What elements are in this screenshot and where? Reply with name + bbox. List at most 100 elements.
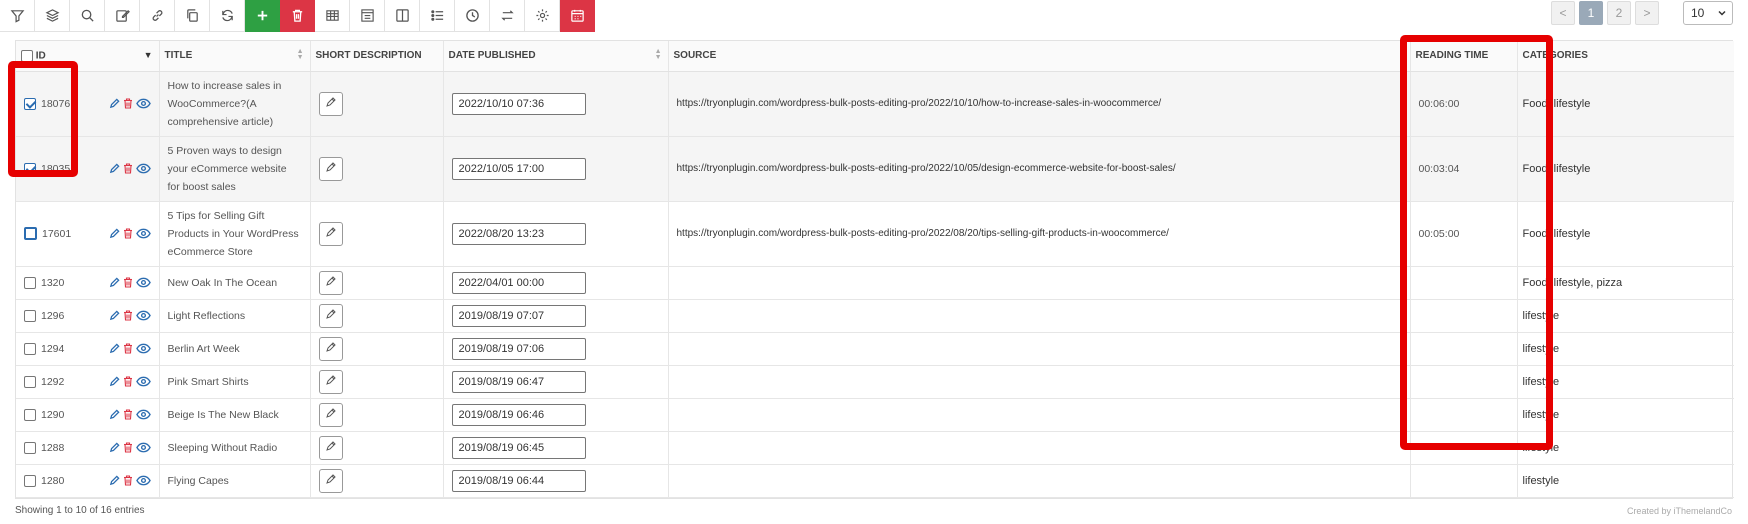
delete-icon[interactable] — [123, 310, 133, 321]
row-checkbox[interactable] — [24, 309, 36, 322]
table-row[interactable]: 1290 Beige Is The New Black 2019/08/19 06:… — [16, 398, 1734, 432]
prev-page-button[interactable]: < — [1551, 1, 1575, 25]
column-header-title[interactable]: TITLE ▲ ▼ — [159, 41, 311, 72]
edit-description-button[interactable] — [318, 435, 343, 460]
title-cell[interactable]: 5 Tips for Selling Gift Products in Your… — [159, 201, 311, 267]
date-published-input[interactable]: 2019/08/19 07:07 — [451, 304, 586, 327]
delete-icon[interactable] — [123, 343, 133, 354]
edit-icon[interactable] — [105, 0, 140, 32]
date-published-input[interactable]: 2019/08/19 06:45 — [451, 436, 586, 459]
delete-icon[interactable] — [123, 277, 133, 288]
source-cell[interactable] — [668, 266, 1411, 300]
categories-cell[interactable]: Food, lifestyle, pizza — [1517, 266, 1734, 300]
title-cell[interactable]: Pink Smart Shirts — [159, 365, 311, 399]
view-icon[interactable] — [135, 442, 151, 453]
title-cell[interactable]: Beige Is The New Black — [159, 398, 311, 432]
sort-icon[interactable]: ▲ ▼ — [655, 48, 662, 61]
source-cell[interactable] — [668, 464, 1411, 498]
view-icon[interactable] — [135, 310, 151, 321]
select-all-checkbox[interactable] — [21, 49, 33, 62]
reading-time-cell[interactable] — [1410, 266, 1518, 300]
view-icon[interactable] — [135, 343, 151, 354]
page-1-button[interactable]: 1 — [1579, 1, 1603, 25]
edit-description-button[interactable] — [318, 303, 343, 328]
table-row[interactable]: 1280 Flying Capes 2019/08/19 06:44 lifestyl… — [16, 464, 1734, 498]
view-icon[interactable] — [135, 98, 151, 109]
column-header-date-published[interactable]: DATE PUBLISHED ▲ ▼ — [443, 41, 669, 72]
edit-description-button[interactable] — [318, 156, 343, 181]
edit-icon[interactable] — [109, 310, 120, 321]
table-row[interactable]: 1292 Pink Smart Shirts 2019/08/19 06:47 lif… — [16, 365, 1734, 399]
per-page-select[interactable]: 10 — [1683, 1, 1733, 25]
edit-description-button[interactable] — [318, 336, 343, 361]
edit-icon[interactable] — [109, 475, 120, 486]
layers-icon[interactable] — [35, 0, 70, 32]
categories-cell[interactable]: lifestyle — [1517, 398, 1734, 432]
categories-cell[interactable]: lifestyle — [1517, 332, 1734, 366]
view-icon[interactable] — [135, 376, 151, 387]
delete-icon[interactable] — [123, 475, 133, 486]
columns-icon[interactable] — [385, 0, 420, 32]
categories-cell[interactable]: lifestyle — [1517, 299, 1734, 333]
row-checkbox[interactable] — [24, 97, 36, 110]
categories-cell[interactable]: lifestyle — [1517, 365, 1734, 399]
source-cell[interactable] — [668, 431, 1411, 465]
table-row[interactable]: 18076 How to increase sales in WooCommerc… — [16, 71, 1734, 137]
row-checkbox[interactable] — [24, 276, 36, 289]
title-cell[interactable]: How to increase sales in WooCommerce?(A … — [159, 71, 311, 137]
column-header-id[interactable]: ID ▼ — [16, 41, 160, 72]
reading-time-cell[interactable]: 00:06:00 — [1410, 71, 1518, 137]
reading-time-cell[interactable] — [1410, 299, 1518, 333]
delete-icon[interactable] — [123, 163, 133, 174]
edit-icon[interactable] — [109, 163, 120, 174]
reading-time-cell[interactable]: 00:03:04 — [1410, 136, 1518, 202]
delete-icon[interactable] — [123, 442, 133, 453]
reading-time-cell[interactable] — [1410, 332, 1518, 366]
title-cell[interactable]: 5 Proven ways to design your eCommerce w… — [159, 136, 311, 202]
copy-icon[interactable] — [175, 0, 210, 32]
sort-desc-icon[interactable]: ▼ — [144, 50, 153, 60]
delete-icon[interactable] — [123, 409, 133, 420]
row-checkbox[interactable] — [24, 474, 36, 487]
trash-icon[interactable] — [280, 0, 315, 32]
categories-cell[interactable]: lifestyle — [1517, 464, 1734, 498]
reading-time-cell[interactable] — [1410, 365, 1518, 399]
row-checkbox[interactable] — [24, 441, 36, 454]
edit-description-button[interactable] — [318, 270, 343, 295]
view-icon[interactable] — [135, 475, 151, 486]
edit-icon[interactable] — [109, 277, 120, 288]
reading-time-cell[interactable] — [1410, 398, 1518, 432]
search-icon[interactable] — [70, 0, 105, 32]
date-published-input[interactable]: 2022/08/20 13:23 — [451, 222, 586, 245]
filter-icon[interactable] — [0, 0, 35, 32]
source-cell[interactable] — [668, 332, 1411, 366]
reading-time-cell[interactable]: 00:05:00 — [1410, 201, 1518, 267]
categories-cell[interactable]: Food, lifestyle — [1517, 71, 1734, 137]
row-checkbox[interactable] — [24, 162, 36, 175]
reading-time-cell[interactable] — [1410, 464, 1518, 498]
source-cell[interactable]: https://tryonplugin.com/wordpress-bulk-p… — [668, 71, 1411, 137]
view-icon[interactable] — [135, 277, 151, 288]
title-cell[interactable]: Sleeping Without Radio — [159, 431, 311, 465]
swap-icon[interactable] — [490, 0, 525, 32]
row-checkbox[interactable] — [24, 342, 36, 355]
link-icon[interactable] — [140, 0, 175, 32]
table-row[interactable]: 1320 New Oak In The Ocean 2022/04/01 00:00… — [16, 266, 1734, 300]
edit-description-button[interactable] — [318, 468, 343, 493]
view-icon[interactable] — [135, 409, 151, 420]
delete-icon[interactable] — [123, 228, 133, 239]
edit-icon[interactable] — [109, 409, 120, 420]
page-2-button[interactable]: 2 — [1607, 1, 1631, 25]
table-row[interactable]: 1288 Sleeping Without Radio 2019/08/19 06:… — [16, 431, 1734, 465]
date-published-input[interactable]: 2019/08/19 06:47 — [451, 370, 586, 393]
edit-icon[interactable] — [109, 343, 120, 354]
source-cell[interactable] — [668, 365, 1411, 399]
title-cell[interactable]: New Oak In The Ocean — [159, 266, 311, 300]
table-row[interactable]: 18035 5 Proven ways to design your eComme… — [16, 136, 1734, 202]
add-icon[interactable] — [245, 0, 280, 32]
source-cell[interactable]: https://tryonplugin.com/wordpress-bulk-p… — [668, 201, 1411, 267]
source-cell[interactable]: https://tryonplugin.com/wordpress-bulk-p… — [668, 136, 1411, 202]
title-cell[interactable]: Berlin Art Week — [159, 332, 311, 366]
reading-time-cell[interactable] — [1410, 431, 1518, 465]
view-icon[interactable] — [135, 228, 151, 239]
